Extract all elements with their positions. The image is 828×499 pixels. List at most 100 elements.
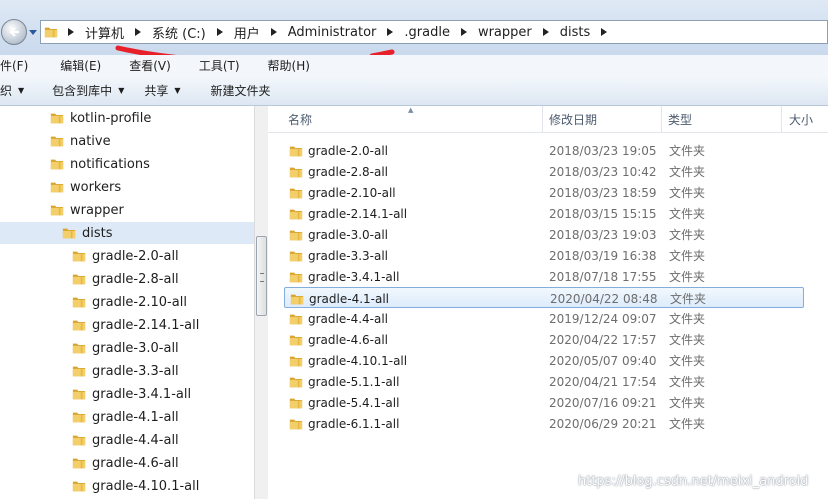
breadcrumb-separator-icon[interactable] xyxy=(595,21,613,43)
nav-tree-item[interactable]: kotlin-profile xyxy=(50,107,151,129)
back-arrow-icon xyxy=(9,27,19,37)
breadcrumb-separator-icon[interactable] xyxy=(211,21,229,43)
nav-tree-item[interactable]: gradle-2.8-all xyxy=(72,268,179,290)
file-type: 文件夹 xyxy=(669,396,706,410)
breadcrumb-segment[interactable]: wrapper xyxy=(473,25,537,40)
folder-icon xyxy=(72,412,86,423)
file-date: 2020/07/16 09:21 xyxy=(549,395,657,410)
file-date: 2018/03/23 19:05 xyxy=(549,143,657,158)
organize-button[interactable]: 织 ▼ xyxy=(0,82,42,99)
column-header-date[interactable]: 修改日期 xyxy=(549,106,597,132)
file-row[interactable]: gradle-4.1-all 2020/04/22 08:48 文件夹 xyxy=(284,287,804,308)
nav-tree-label: gradle-2.14.1-all xyxy=(92,317,200,333)
nav-tree-item[interactable]: wrapper xyxy=(50,199,124,221)
file-date: 2020/04/22 08:48 xyxy=(550,291,658,306)
nav-tree-item[interactable]: notifications xyxy=(50,153,150,175)
file-row[interactable]: gradle-3.4.1-all 2018/07/18 17:55 文件夹 xyxy=(284,266,804,287)
file-row[interactable]: gradle-5.4.1-all 2020/07/16 09:21 文件夹 xyxy=(284,392,804,413)
nav-tree-item[interactable]: gradle-4.4-all xyxy=(72,429,179,451)
breadcrumb-separator-icon[interactable] xyxy=(381,21,399,43)
file-date: 2020/04/21 17:54 xyxy=(549,374,657,389)
breadcrumb-segment[interactable]: .gradle xyxy=(399,25,455,40)
folder-icon xyxy=(50,113,64,124)
navigation-pane: kotlin-profile native notifications workers… xyxy=(0,106,254,499)
column-header-type[interactable]: 类型 xyxy=(668,106,692,132)
file-row[interactable]: gradle-2.8-all 2018/03/23 10:42 文件夹 xyxy=(284,161,804,182)
breadcrumb-separator-icon[interactable] xyxy=(455,21,473,43)
menu-item[interactable]: 编辑(E) xyxy=(53,57,108,74)
history-dropdown-icon[interactable] xyxy=(29,28,37,36)
nav-tree-item[interactable]: gradle-3.4.1-all xyxy=(72,383,191,405)
file-row[interactable]: gradle-4.6-all 2020/04/22 17:57 文件夹 xyxy=(284,329,804,350)
nav-tree-item[interactable]: gradle-3.0-all xyxy=(72,337,179,359)
menu-item[interactable]: 工具(T) xyxy=(192,57,247,74)
file-type: 文件夹 xyxy=(669,228,706,242)
folder-icon xyxy=(290,294,304,304)
nav-tree-item[interactable]: gradle-2.10-all xyxy=(72,291,187,313)
folder-icon xyxy=(289,146,303,156)
file-row[interactable]: gradle-2.10-all 2018/03/23 18:59 文件夹 xyxy=(284,182,804,203)
file-date: 2020/05/07 09:40 xyxy=(549,353,657,368)
nav-tree-item[interactable]: gradle-3.3-all xyxy=(72,360,179,382)
file-row[interactable]: gradle-2.0-all 2018/03/23 19:05 文件夹 xyxy=(284,140,804,161)
nav-tree-item[interactable]: native xyxy=(50,130,111,152)
nav-tree-item[interactable]: workers xyxy=(50,176,121,198)
breadcrumb-separator-icon[interactable] xyxy=(62,21,80,43)
file-row[interactable]: gradle-4.10.1-all 2020/05/07 09:40 文件夹 xyxy=(284,350,804,371)
breadcrumb[interactable]: 计算机 系统 (C:) 用户 Administrator .gradle wrapper d… xyxy=(40,20,828,44)
file-date: 2018/03/15 15:15 xyxy=(549,206,657,221)
folder-icon xyxy=(72,274,86,285)
menu-bar: 件(F) 编辑(E) 查看(V) 工具(T) 帮助(H) xyxy=(0,55,828,75)
breadcrumb-segment[interactable]: 计算机 xyxy=(80,23,129,42)
file-type: 文件夹 xyxy=(669,186,706,200)
breadcrumb-segment[interactable]: dists xyxy=(555,25,596,40)
file-date: 2018/03/19 16:38 xyxy=(549,248,657,263)
file-type: 文件夹 xyxy=(669,354,706,368)
file-row[interactable]: gradle-6.1.1-all 2020/06/29 20:21 文件夹 xyxy=(284,413,804,434)
file-row[interactable]: gradle-3.0-all 2018/03/23 19:03 文件夹 xyxy=(284,224,804,245)
menu-item[interactable]: 帮助(H) xyxy=(261,57,317,74)
file-date: 2018/03/23 19:03 xyxy=(549,227,657,242)
nav-tree-item[interactable]: gradle-4.1-all xyxy=(72,406,179,428)
nav-tree-item[interactable]: dists xyxy=(0,222,254,244)
column-headers: 名称 ▲ 修改日期 类型 大小 xyxy=(268,106,828,133)
breadcrumb-segment[interactable]: Administrator xyxy=(283,25,382,40)
nav-tree-label: gradle-2.10-all xyxy=(92,294,187,310)
scrollbar-thumb[interactable] xyxy=(256,236,267,316)
nav-tree-item[interactable]: gradle-2.14.1-all xyxy=(72,314,199,336)
menu-item[interactable]: 件(F) xyxy=(0,57,35,74)
menu-item[interactable]: 查看(V) xyxy=(122,57,178,74)
breadcrumb-separator-icon[interactable] xyxy=(537,21,555,43)
watermark: https://blog.csdn.net/meixi_android xyxy=(578,474,809,489)
chevron-down-icon: ▼ xyxy=(118,85,125,95)
nav-pane-scrollbar[interactable] xyxy=(254,106,268,499)
nav-tree-label: notifications xyxy=(70,156,150,172)
folder-icon xyxy=(289,398,303,408)
share-button[interactable]: 共享 ▼ xyxy=(134,82,190,99)
folder-icon xyxy=(289,356,303,366)
folder-icon xyxy=(289,230,303,240)
folder-icon xyxy=(72,366,86,377)
include-in-library-button[interactable]: 包含到库中 ▼ xyxy=(42,82,134,99)
folder-icon xyxy=(289,251,303,261)
nav-tree-item[interactable]: gradle-4.6-all xyxy=(72,452,179,474)
file-row[interactable]: gradle-3.3-all 2018/03/19 16:38 文件夹 xyxy=(284,245,804,266)
nav-tree-item[interactable]: gradle-2.0-all xyxy=(72,245,179,267)
file-row[interactable]: gradle-5.1.1-all 2020/04/21 17:54 文件夹 xyxy=(284,371,804,392)
column-header-name[interactable]: 名称 xyxy=(288,106,312,132)
nav-tree-label: workers xyxy=(70,179,122,195)
file-date: 2018/03/23 10:42 xyxy=(549,164,657,179)
nav-tree-label: gradle-2.0-all xyxy=(92,248,179,264)
nav-tree-item[interactable]: gradle-4.10.1-all xyxy=(72,475,199,497)
file-row[interactable]: gradle-2.14.1-all 2018/03/15 15:15 文件夹 xyxy=(284,203,804,224)
column-header-size[interactable]: 大小 xyxy=(789,106,813,132)
new-folder-button[interactable]: 新建文件夹 xyxy=(191,82,281,99)
breadcrumb-separator-icon[interactable] xyxy=(265,21,283,43)
breadcrumb-segment[interactable]: 系统 (C:) xyxy=(147,23,211,42)
breadcrumb-separator-icon[interactable] xyxy=(129,21,147,43)
file-date: 2020/04/22 17:57 xyxy=(549,332,657,347)
back-button[interactable] xyxy=(1,19,27,45)
nav-tree-label: kotlin-profile xyxy=(70,110,152,126)
file-row[interactable]: gradle-4.4-all 2019/12/24 09:07 文件夹 xyxy=(284,308,804,329)
breadcrumb-segment[interactable]: 用户 xyxy=(229,23,265,42)
